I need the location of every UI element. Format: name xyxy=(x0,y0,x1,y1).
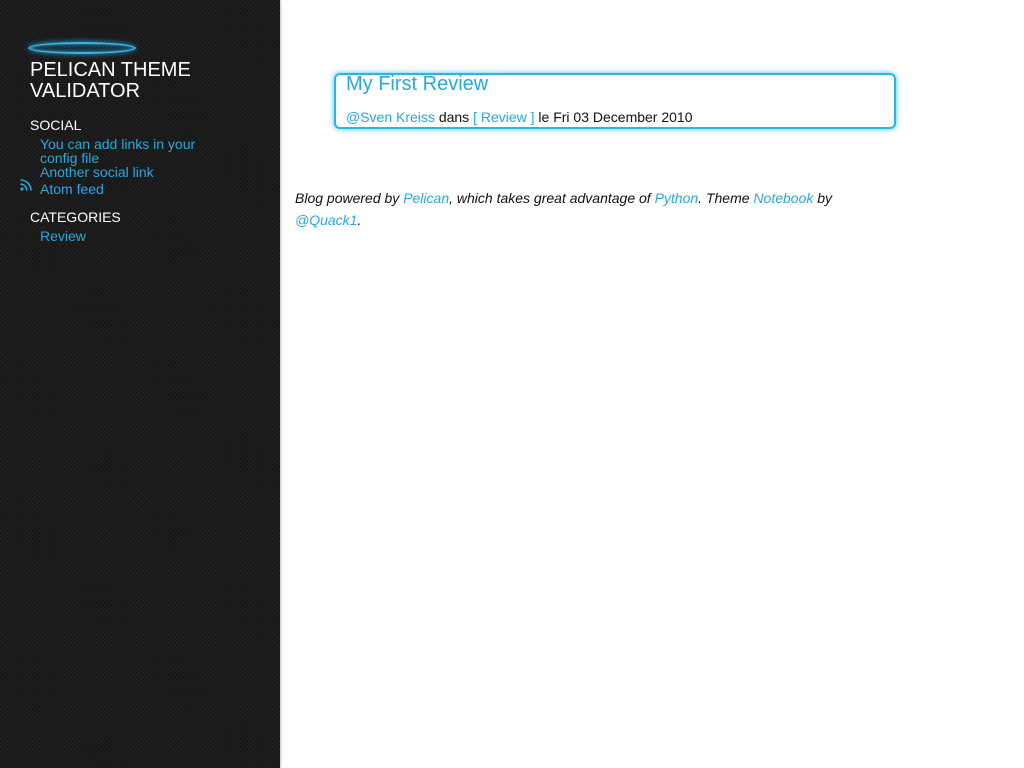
list-item: Another social link xyxy=(40,165,220,179)
category-link-review[interactable]: Review xyxy=(40,228,86,244)
list-item: Atom feed xyxy=(40,182,220,196)
article-title-link[interactable]: My First Review xyxy=(346,73,488,95)
categories-heading: CATEGORIES xyxy=(30,209,121,225)
footer-text: , which takes great advantage of xyxy=(449,190,655,206)
python-link[interactable]: Python xyxy=(655,190,699,206)
article-card: My First Review @Sven Kreiss dans [ Revi… xyxy=(334,73,896,129)
quack1-link[interactable]: @Quack1 xyxy=(295,212,357,228)
social-links: You can add links in your config file An… xyxy=(40,137,220,196)
social-heading: SOCIAL xyxy=(30,117,82,133)
category-links: Review xyxy=(40,229,220,243)
site-title[interactable]: PELICAN THEME VALIDATOR xyxy=(30,60,250,102)
sidebar: PELICAN THEME VALIDATOR SOCIAL You can a… xyxy=(0,0,280,768)
article-title: My First Review xyxy=(346,73,488,96)
list-item: Review xyxy=(40,229,220,243)
footer-text: Blog powered by xyxy=(295,190,404,206)
meta-in-word: dans xyxy=(438,109,470,125)
meta-date-prefix: le xyxy=(538,109,550,125)
footer: Blog powered by Pelican, which takes gre… xyxy=(295,187,875,231)
list-item: You can add links in your config file xyxy=(40,137,220,165)
pelican-link[interactable]: Pelican xyxy=(403,190,449,206)
rss-icon[interactable] xyxy=(20,179,32,191)
notebook-theme-link[interactable]: Notebook xyxy=(753,190,813,206)
footer-text: . xyxy=(357,212,362,228)
logo-halo xyxy=(28,42,136,54)
footer-text: by xyxy=(813,190,833,206)
main-content: My First Review @Sven Kreiss dans [ Revi… xyxy=(280,0,1024,768)
social-link-config[interactable]: You can add links in your config file xyxy=(40,136,195,166)
category-tag-link[interactable]: [ Review ] xyxy=(473,109,534,125)
article-meta: @Sven Kreiss dans [ Review ] le Fri 03 D… xyxy=(346,109,693,125)
footer-text: . Theme xyxy=(698,190,754,206)
author-link[interactable]: @Sven Kreiss xyxy=(346,109,435,125)
article-date: Fri 03 December 2010 xyxy=(553,109,693,125)
social-link-another[interactable]: Another social link xyxy=(40,164,154,180)
atom-feed-link[interactable]: Atom feed xyxy=(40,181,104,197)
